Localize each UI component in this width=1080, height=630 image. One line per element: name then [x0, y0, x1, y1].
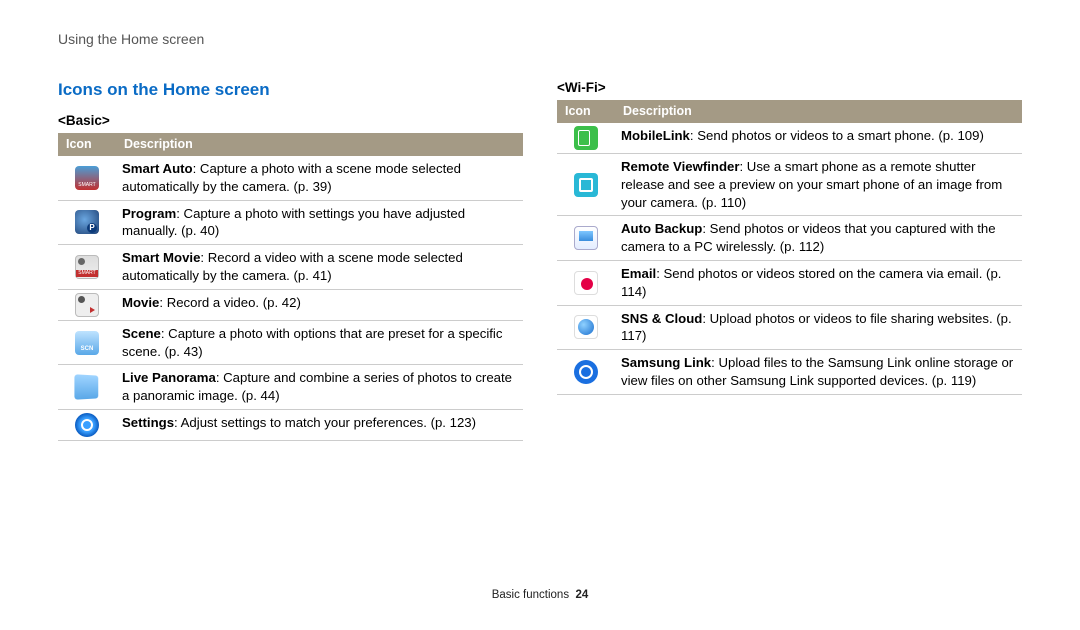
icon-cell — [58, 245, 116, 290]
th-description: Description — [615, 100, 1022, 123]
content-columns: Icons on the Home screen <Basic> Icon De… — [58, 79, 1022, 441]
description-cell: Movie: Record a video. (p. 42) — [116, 289, 523, 320]
icon-cell — [557, 216, 615, 261]
settings-icon — [75, 413, 99, 437]
description-cell: Live Panorama: Capture and combine a ser… — [116, 365, 523, 410]
icon-cell — [557, 261, 615, 306]
description-cell: Smart Movie: Record a video with a scene… — [116, 245, 523, 290]
table-row: Smart Movie: Record a video with a scene… — [58, 245, 523, 290]
table-row: SNS & Cloud: Upload photos or videos to … — [557, 305, 1022, 350]
icon-cell — [557, 123, 615, 154]
table-row: Program: Capture a photo with settings y… — [58, 200, 523, 245]
basic-subheader: <Basic> — [58, 112, 523, 130]
icon-cell — [58, 320, 116, 365]
page-footer: Basic functions 24 — [0, 588, 1080, 604]
basic-icons-table: Icon Description Smart Auto: Capture a p… — [58, 133, 523, 441]
right-column: <Wi-Fi> Icon Description MobileLink: Sen… — [557, 79, 1022, 441]
th-description: Description — [116, 133, 523, 156]
description-cell: Settings: Adjust settings to match your … — [116, 410, 523, 441]
description-term: Movie — [122, 295, 159, 310]
table-row: MobileLink: Send photos or videos to a s… — [557, 123, 1022, 154]
remoteview-icon — [574, 173, 598, 197]
description-term: MobileLink — [621, 128, 690, 143]
panorama-icon — [74, 375, 98, 400]
snscloud-icon — [574, 315, 598, 339]
th-icon: Icon — [557, 100, 615, 123]
description-term: Auto Backup — [621, 221, 702, 236]
description-text: : Send photos or videos to a smart phone… — [690, 128, 984, 143]
icon-cell — [58, 365, 116, 410]
table-row: Smart Auto: Capture a photo with a scene… — [58, 156, 523, 200]
icon-cell — [557, 350, 615, 395]
table-row: Settings: Adjust settings to match your … — [58, 410, 523, 441]
description-text: : Capture a photo with options that are … — [122, 326, 502, 359]
wifi-subheader: <Wi-Fi> — [557, 79, 1022, 97]
description-cell: Smart Auto: Capture a photo with a scene… — [116, 156, 523, 200]
table-row: Remote Viewfinder: Use a smart phone as … — [557, 153, 1022, 215]
smart-movie-icon — [75, 255, 99, 279]
section-title: Icons on the Home screen — [58, 79, 523, 102]
scene-icon — [75, 331, 99, 355]
description-cell: Auto Backup: Send photos or videos that … — [615, 216, 1022, 261]
icon-cell — [58, 200, 116, 245]
icon-cell — [557, 305, 615, 350]
description-cell: SNS & Cloud: Upload photos or videos to … — [615, 305, 1022, 350]
wifi-icons-table: Icon Description MobileLink: Send photos… — [557, 100, 1022, 395]
description-cell: Program: Capture a photo with settings y… — [116, 200, 523, 245]
description-term: Smart Movie — [122, 250, 200, 265]
th-icon: Icon — [58, 133, 116, 156]
description-term: Settings — [122, 415, 174, 430]
description-term: Scene — [122, 326, 161, 341]
breadcrumb: Using the Home screen — [58, 30, 1022, 49]
description-cell: MobileLink: Send photos or videos to a s… — [615, 123, 1022, 154]
autobackup-icon — [574, 226, 598, 250]
left-column: Icons on the Home screen <Basic> Icon De… — [58, 79, 523, 441]
description-term: SNS & Cloud — [621, 311, 702, 326]
icon-cell — [58, 289, 116, 320]
description-cell: Email: Send photos or videos stored on t… — [615, 261, 1022, 306]
smart-auto-icon — [75, 166, 99, 190]
icon-cell — [58, 410, 116, 441]
description-text: : Record a video. (p. 42) — [159, 295, 300, 310]
table-row: Auto Backup: Send photos or videos that … — [557, 216, 1022, 261]
description-cell: Samsung Link: Upload files to the Samsun… — [615, 350, 1022, 395]
table-row: Email: Send photos or videos stored on t… — [557, 261, 1022, 306]
description-term: Live Panorama — [122, 370, 216, 385]
description-text: : Adjust settings to match your preferen… — [174, 415, 476, 430]
icon-cell — [557, 153, 615, 215]
description-term: Remote Viewfinder — [621, 159, 739, 174]
description-text: : Send photos or videos stored on the ca… — [621, 266, 1001, 299]
table-row: Scene: Capture a photo with options that… — [58, 320, 523, 365]
description-term: Email — [621, 266, 656, 281]
mobilelink-icon — [574, 126, 598, 150]
samsunglink-icon — [574, 360, 598, 384]
footer-section: Basic functions — [492, 589, 569, 601]
movie-icon — [75, 293, 99, 317]
description-term: Program — [122, 206, 176, 221]
program-icon — [75, 210, 99, 234]
icon-cell — [58, 156, 116, 200]
description-term: Smart Auto — [122, 161, 193, 176]
table-row: Live Panorama: Capture and combine a ser… — [58, 365, 523, 410]
page: Using the Home screen Icons on the Home … — [0, 0, 1080, 441]
email-icon — [574, 271, 598, 295]
description-cell: Scene: Capture a photo with options that… — [116, 320, 523, 365]
table-row: Samsung Link: Upload files to the Samsun… — [557, 350, 1022, 395]
table-row: Movie: Record a video. (p. 42) — [58, 289, 523, 320]
description-cell: Remote Viewfinder: Use a smart phone as … — [615, 153, 1022, 215]
description-term: Samsung Link — [621, 355, 711, 370]
footer-page-number: 24 — [575, 589, 588, 601]
